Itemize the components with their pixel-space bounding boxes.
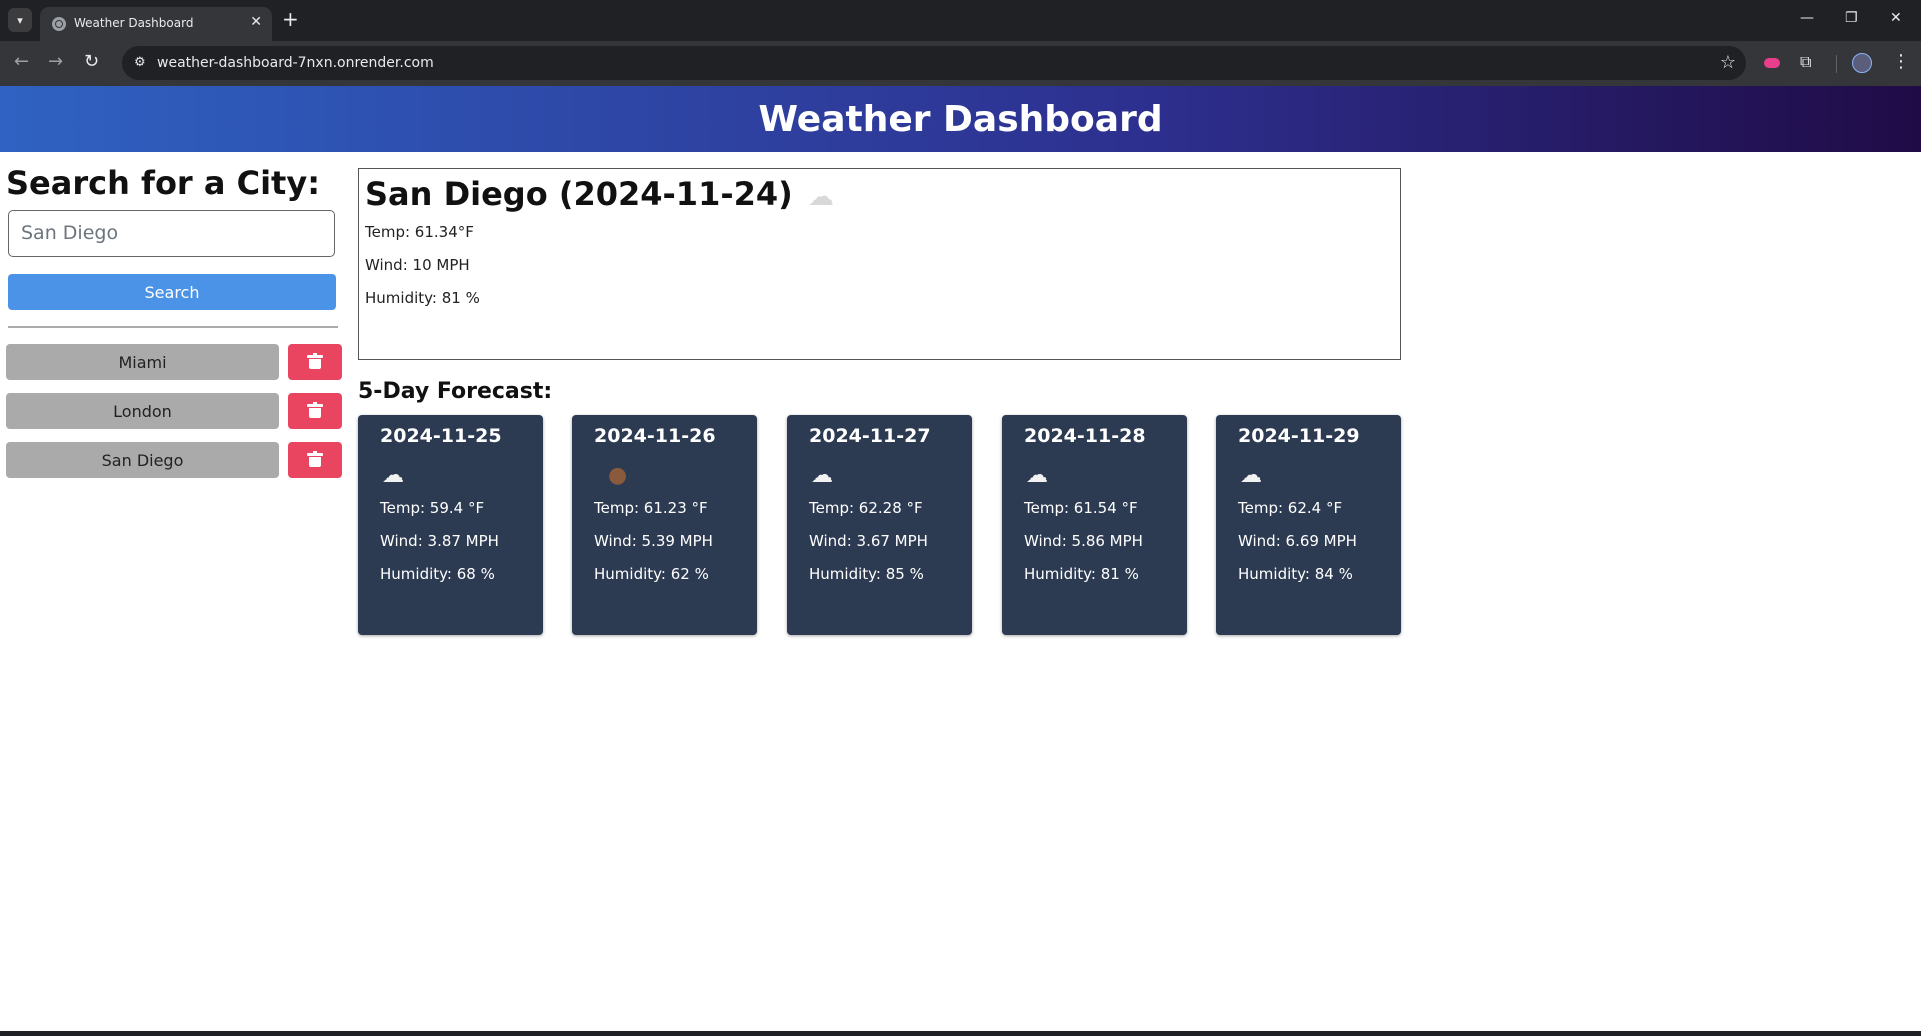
browser-tab[interactable]: Weather Dashboard ✕ (40, 7, 272, 41)
history-item: Miami (6, 344, 342, 382)
forecast-heading: 5-Day Forecast: (358, 379, 553, 404)
cloud-icon: ☁ (811, 463, 833, 488)
city-button-san-diego[interactable]: San Diego (6, 442, 279, 478)
reload-icon[interactable]: ↻ (84, 51, 99, 72)
delete-button[interactable] (288, 344, 342, 380)
search-history-list: Miami London San Diego (6, 344, 342, 491)
new-tab-button[interactable]: + (282, 8, 299, 30)
restore-icon[interactable]: ❐ (1845, 10, 1858, 26)
city-button-london[interactable]: London (6, 393, 279, 429)
forecast-temp: Temp: 62.28 °F (809, 499, 923, 517)
browser-tabstrip: ▾ Weather Dashboard ✕ + — ❐ ✕ (0, 0, 1921, 41)
toolbar-divider (1836, 55, 1837, 73)
forecast-wind: Wind: 3.87 MPH (380, 532, 499, 550)
history-item: San Diego (6, 442, 342, 480)
search-heading: Search for a City: (6, 164, 320, 202)
sidebar-divider (8, 326, 338, 328)
close-icon[interactable]: ✕ (250, 14, 262, 30)
current-humidity: Humidity: 81 % (365, 289, 480, 307)
current-wind: Wind: 10 MPH (365, 256, 470, 274)
page-title: Weather Dashboard (758, 98, 1163, 140)
forecast-temp: Temp: 61.23 °F (594, 499, 708, 517)
current-weather-panel: San Diego (2024-11-24) ☁ Temp: 61.34°F W… (358, 168, 1401, 360)
more-menu-icon[interactable]: ⋮ (1892, 51, 1910, 72)
forecast-humidity: Humidity: 81 % (1024, 565, 1139, 583)
bookmark-star-icon[interactable]: ☆ (1720, 52, 1736, 73)
forecast-date: 2024-11-28 (1024, 425, 1146, 447)
moon-icon: ● (608, 463, 628, 488)
trash-icon (307, 451, 323, 467)
trash-icon (307, 402, 323, 418)
minimize-icon[interactable]: — (1800, 10, 1814, 26)
cloud-icon: ☁ (1240, 463, 1262, 488)
page-header: Weather Dashboard (0, 86, 1921, 152)
city-button-miami[interactable]: Miami (6, 344, 279, 380)
forecast-date: 2024-11-26 (594, 425, 716, 447)
site-info-icon[interactable]: ⚙ (134, 55, 146, 70)
forecast-temp: Temp: 61.54 °F (1024, 499, 1138, 517)
forecast-card: 2024-11-28 ☁ Temp: 61.54 °F Wind: 5.86 M… (1002, 415, 1187, 635)
forecast-humidity: Humidity: 62 % (594, 565, 709, 583)
address-bar[interactable]: ⚙ weather-dashboard-7nxn.onrender.com ☆ (122, 46, 1746, 80)
forward-icon[interactable]: → (48, 51, 63, 72)
puzzle-extensions-icon[interactable]: ⧉ (1800, 52, 1811, 72)
forecast-wind: Wind: 5.39 MPH (594, 532, 713, 550)
tab-search-menu-button[interactable]: ▾ (8, 8, 32, 32)
city-search-input[interactable]: San Diego (8, 210, 335, 257)
forecast-temp: Temp: 59.4 °F (380, 499, 485, 517)
page-viewport: Weather Dashboard Search for a City: San… (0, 86, 1921, 1031)
forecast-humidity: Humidity: 68 % (380, 565, 495, 583)
forecast-humidity: Humidity: 84 % (1238, 565, 1353, 583)
search-button[interactable]: Search (8, 274, 336, 310)
globe-icon (52, 17, 66, 31)
forecast-card: 2024-11-25 ☁ Temp: 59.4 °F Wind: 3.87 MP… (358, 415, 543, 635)
forecast-card: 2024-11-27 ☁ Temp: 62.28 °F Wind: 3.67 M… (787, 415, 972, 635)
current-temp: Temp: 61.34°F (365, 223, 474, 241)
cloud-icon: ☁ (807, 182, 834, 212)
forecast-temp: Temp: 62.4 °F (1238, 499, 1343, 517)
profile-avatar[interactable] (1852, 53, 1872, 73)
browser-toolbar: ← → ↻ ⚙ weather-dashboard-7nxn.onrender.… (0, 41, 1921, 86)
forecast-humidity: Humidity: 85 % (809, 565, 924, 583)
window-close-icon[interactable]: ✕ (1890, 10, 1902, 26)
cloud-icon: ☁ (382, 463, 404, 488)
current-city-date: San Diego (2024-11-24) (365, 175, 793, 213)
cloud-icon: ☁ (1026, 463, 1048, 488)
forecast-wind: Wind: 5.86 MPH (1024, 532, 1143, 550)
delete-button[interactable] (288, 442, 342, 478)
url-text: weather-dashboard-7nxn.onrender.com (157, 55, 434, 71)
forecast-date: 2024-11-27 (809, 425, 931, 447)
forecast-date: 2024-11-25 (380, 425, 502, 447)
forecast-wind: Wind: 6.69 MPH (1238, 532, 1357, 550)
forecast-cards: 2024-11-25 ☁ Temp: 59.4 °F Wind: 3.87 MP… (358, 415, 1402, 637)
forecast-date: 2024-11-29 (1238, 425, 1360, 447)
history-item: London (6, 393, 342, 431)
sidebar: Search for a City: San Diego Search Miam… (6, 164, 342, 478)
delete-button[interactable] (288, 393, 342, 429)
current-weather-title: San Diego (2024-11-24) ☁ (365, 175, 834, 213)
tab-title: Weather Dashboard (74, 16, 194, 30)
forecast-wind: Wind: 3.67 MPH (809, 532, 928, 550)
forecast-card: 2024-11-26 ● Temp: 61.23 °F Wind: 5.39 M… (572, 415, 757, 635)
forecast-card: 2024-11-29 ☁ Temp: 62.4 °F Wind: 6.69 MP… (1216, 415, 1401, 635)
extension-icon[interactable] (1764, 58, 1780, 68)
back-icon[interactable]: ← (14, 51, 29, 72)
trash-icon (307, 353, 323, 369)
